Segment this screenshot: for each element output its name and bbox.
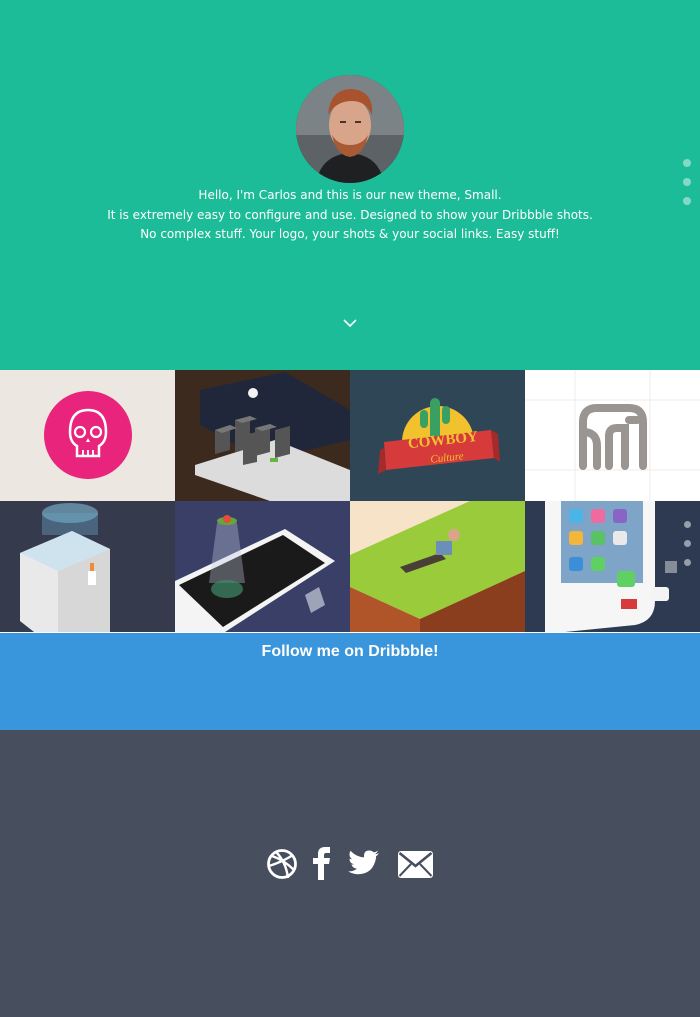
grid-nav-dots [684,521,691,578]
chevron-down-icon[interactable] [342,314,358,328]
grass-illustration [350,501,525,632]
avatar [296,75,404,183]
footer [0,730,700,1017]
cooler-illustration [0,501,175,632]
hero-section: Hello, I'm Carlos and this is our new th… [0,0,700,370]
shot-elephant-logo[interactable] [525,370,700,501]
elephant-icon [525,370,700,501]
follow-banner[interactable]: Follow me on Dribbble! [0,633,700,730]
intro-line: No complex stuff. Your logo, your shots … [140,227,560,241]
intro-line: Hello, I'm Carlos and this is our new th… [198,188,502,202]
phone-illustration [175,501,350,632]
facebook-icon[interactable] [312,846,332,880]
skull-icon [44,391,132,479]
nav-dot[interactable] [683,197,691,205]
shot-iphone-apps[interactable] [525,501,700,632]
follow-link[interactable]: Follow me on Dribbble! [0,643,700,661]
grid-nav-dot[interactable] [684,559,691,566]
dribbble-icon[interactable] [266,848,298,880]
intro-line: It is extremely easy to configure and us… [107,207,593,222]
shot-water-cooler[interactable] [0,501,175,632]
iphone-illustration [525,501,700,632]
shots-grid: COWBOY Culture [0,370,700,633]
shot-laptop-city[interactable] [175,370,350,501]
section-nav-dots [683,159,691,216]
avatar-portrait [296,75,404,183]
shot-phone-ufo[interactable] [175,501,350,632]
shot-man-on-grass[interactable] [350,501,525,632]
intro-text: Hello, I'm Carlos and this is our new th… [0,186,700,245]
nav-dot[interactable] [683,159,691,167]
nav-dot[interactable] [683,178,691,186]
laptop-illustration [175,370,350,501]
mail-icon[interactable] [398,851,433,878]
shot-cowboy-culture[interactable]: COWBOY Culture [350,370,525,501]
grid-nav-dot[interactable] [684,540,691,547]
twitter-icon[interactable] [348,850,380,877]
grid-nav-dot[interactable] [684,521,691,528]
shot-skull-logo[interactable] [0,370,175,501]
